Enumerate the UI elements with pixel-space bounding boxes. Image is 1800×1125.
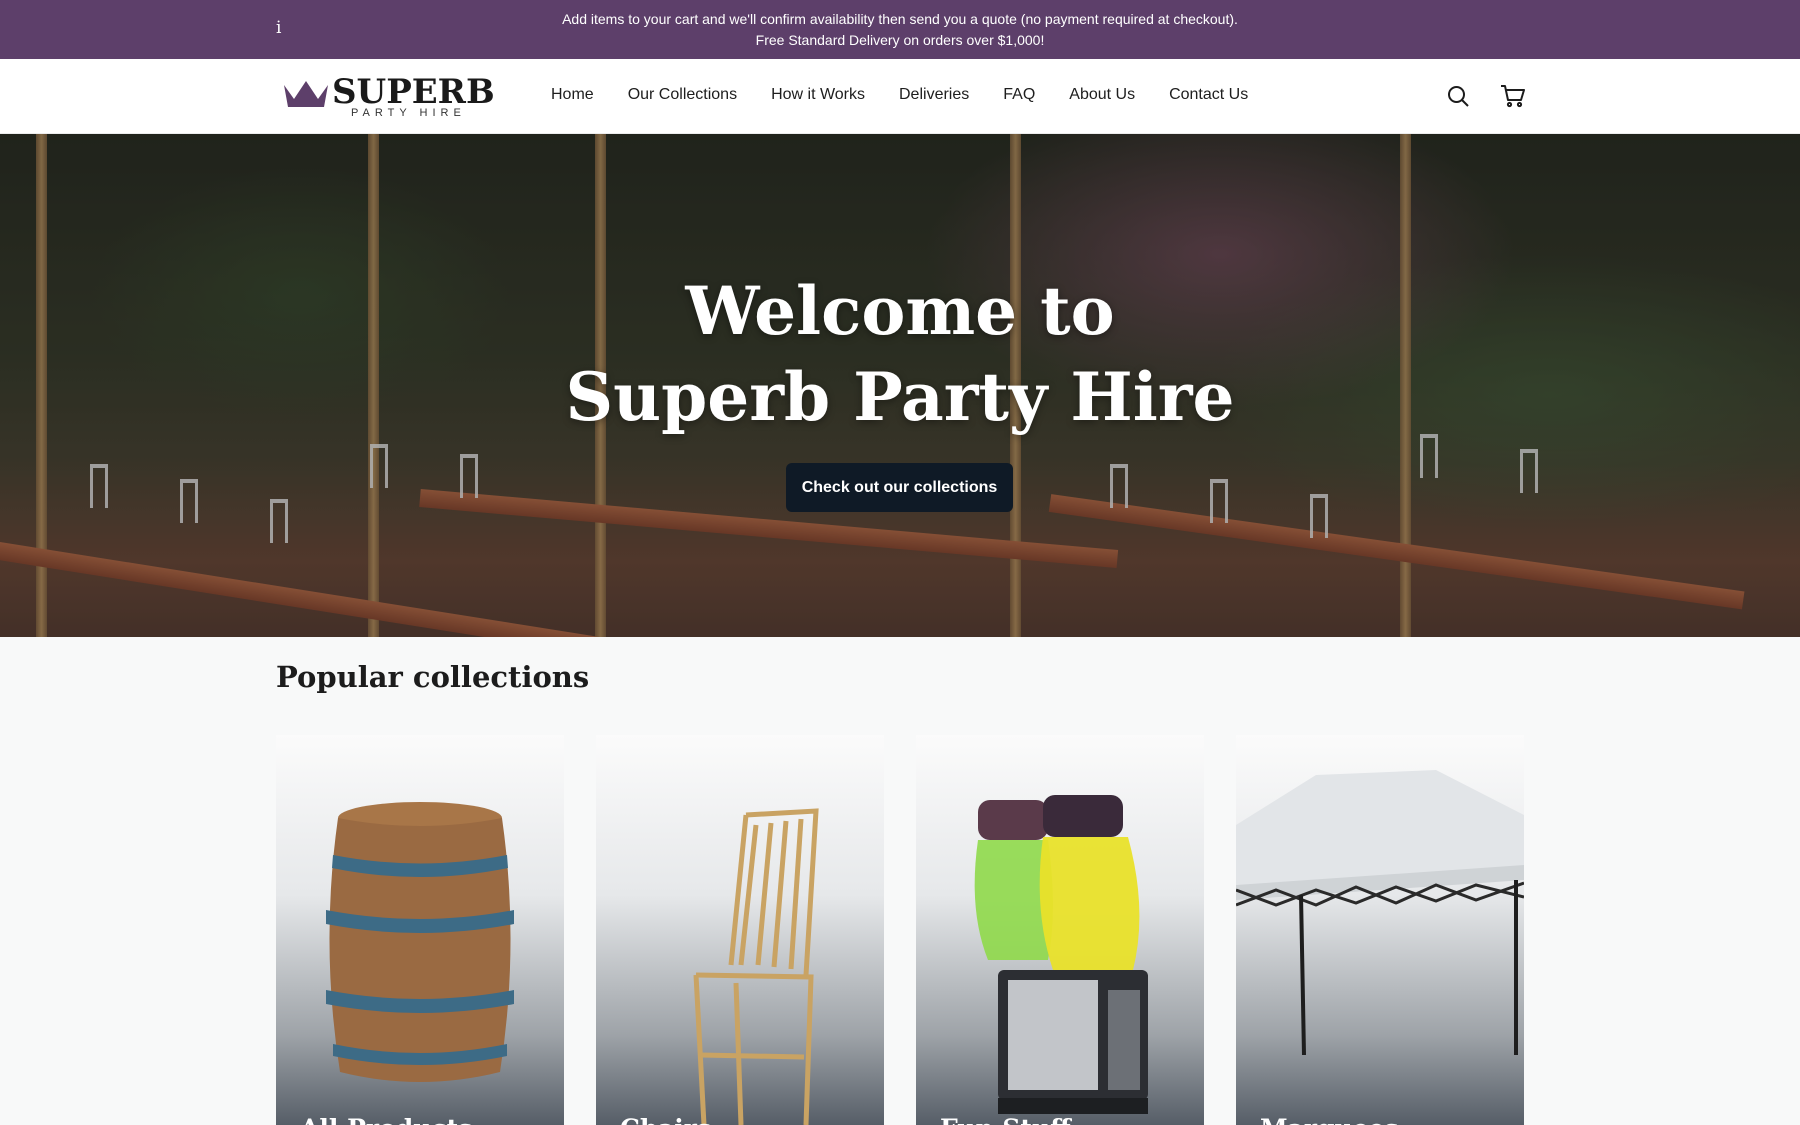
collection-card-marquees[interactable]: Marquees	[1236, 735, 1524, 1125]
nav-deliveries[interactable]: Deliveries	[899, 86, 969, 104]
logo-subtitle: PARTY HIRE	[351, 107, 466, 119]
logo-wordmark: SUPERB	[332, 72, 495, 112]
site-logo[interactable]: SUPERB PARTY HIRE	[282, 73, 495, 121]
nav-contact-us[interactable]: Contact Us	[1169, 86, 1248, 104]
hero-title: Welcome to Superb Party Hire	[0, 268, 1800, 440]
chair-image	[693, 808, 819, 1125]
collection-label: Chairs	[620, 1114, 711, 1125]
barrel-image	[326, 802, 514, 1082]
crown-icon	[284, 81, 328, 107]
nav-faq[interactable]: FAQ	[1003, 86, 1035, 104]
marquee-image	[1236, 770, 1524, 1055]
section-title: Popular collections	[276, 660, 590, 694]
cart-icon[interactable]	[1498, 81, 1528, 111]
collection-label: Marquees	[1260, 1114, 1399, 1125]
announcement-text: Add items to your cart and we'll confirm…	[0, 9, 1800, 51]
collection-card-all-products[interactable]: All Products	[276, 735, 564, 1125]
collection-label: All Products	[300, 1114, 472, 1125]
nav-home[interactable]: Home	[551, 86, 594, 104]
collection-card-fun-stuff[interactable]: Fun Stuff	[916, 735, 1204, 1125]
search-icon[interactable]	[1443, 81, 1473, 111]
collection-card-chairs[interactable]: Chairs	[596, 735, 884, 1125]
nav-about-us[interactable]: About Us	[1069, 86, 1135, 104]
nav-our-collections[interactable]: Our Collections	[628, 86, 737, 104]
collection-label: Fun Stuff	[940, 1114, 1071, 1125]
site-header: SUPERB PARTY HIRE Home Our Collections H…	[0, 59, 1800, 134]
main-nav: Home Our Collections How it Works Delive…	[551, 86, 1282, 104]
nav-how-it-works[interactable]: How it Works	[771, 86, 865, 104]
announcement-line-2: Free Standard Delivery on orders over $1…	[755, 32, 1045, 48]
announcement-bar: i Add items to your cart and we'll confi…	[0, 0, 1800, 59]
hero-title-line-2: Superb Party Hire	[565, 358, 1235, 436]
hero-banner: Welcome to Superb Party Hire Check out o…	[0, 134, 1800, 637]
hero-title-line-1: Welcome to	[685, 272, 1115, 350]
announcement-line-1: Add items to your cart and we'll confirm…	[562, 11, 1238, 27]
collections-cta-button[interactable]: Check out our collections	[786, 463, 1013, 512]
slushie-machine-image	[974, 795, 1148, 1114]
